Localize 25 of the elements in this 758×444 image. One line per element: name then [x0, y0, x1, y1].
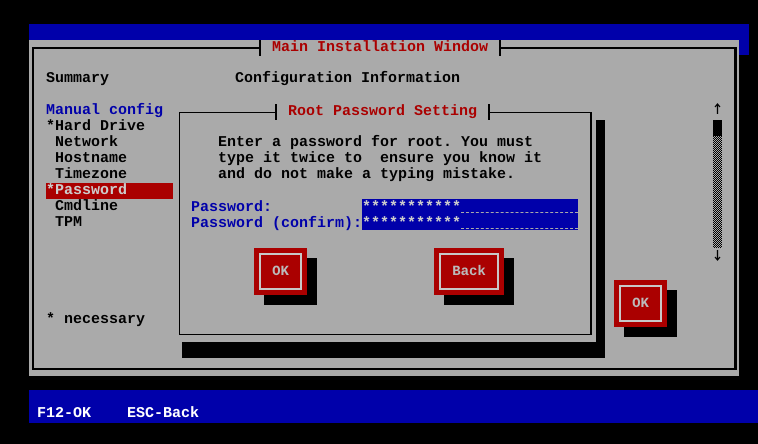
- ok-button[interactable]: OK: [254, 248, 307, 295]
- key-hint: F12-OK: [37, 406, 92, 423]
- sidebar-item[interactable]: TPM: [46, 215, 173, 231]
- summary-heading: Summary: [46, 71, 110, 87]
- sidebar-item[interactable]: *Password: [46, 183, 173, 199]
- sidebar-item[interactable]: Cmdline: [46, 199, 173, 215]
- key-hint: ESC-Back: [127, 406, 200, 423]
- config-heading: Configuration Information: [235, 71, 460, 87]
- sidebar-item[interactable]: Manual config: [46, 103, 173, 119]
- field-label: Password (confirm):: [191, 216, 362, 232]
- password-field[interactable]: ***********: [362, 216, 578, 231]
- message-line: type it twice to ensure you know it: [218, 151, 542, 167]
- ok-button[interactable]: OK: [614, 280, 667, 327]
- sidebar-item[interactable]: Timezone: [46, 167, 173, 183]
- password-field[interactable]: ***********: [362, 200, 578, 215]
- field-label: Password:: [191, 200, 274, 216]
- sidebar-item[interactable]: *Hard Drive: [46, 119, 173, 135]
- sidebar-item[interactable]: Hostname: [46, 151, 173, 167]
- legend-note: * necessary: [46, 312, 146, 328]
- message-line: and do not make a typing mistake.: [218, 167, 516, 183]
- window-title: Main Installation Window: [259, 40, 502, 56]
- dialog-title: Root Password Setting: [275, 104, 490, 120]
- sidebar-item[interactable]: Network: [46, 135, 173, 151]
- message-line: Enter a password for root. You must: [218, 135, 534, 151]
- back-button[interactable]: Back: [434, 248, 504, 295]
